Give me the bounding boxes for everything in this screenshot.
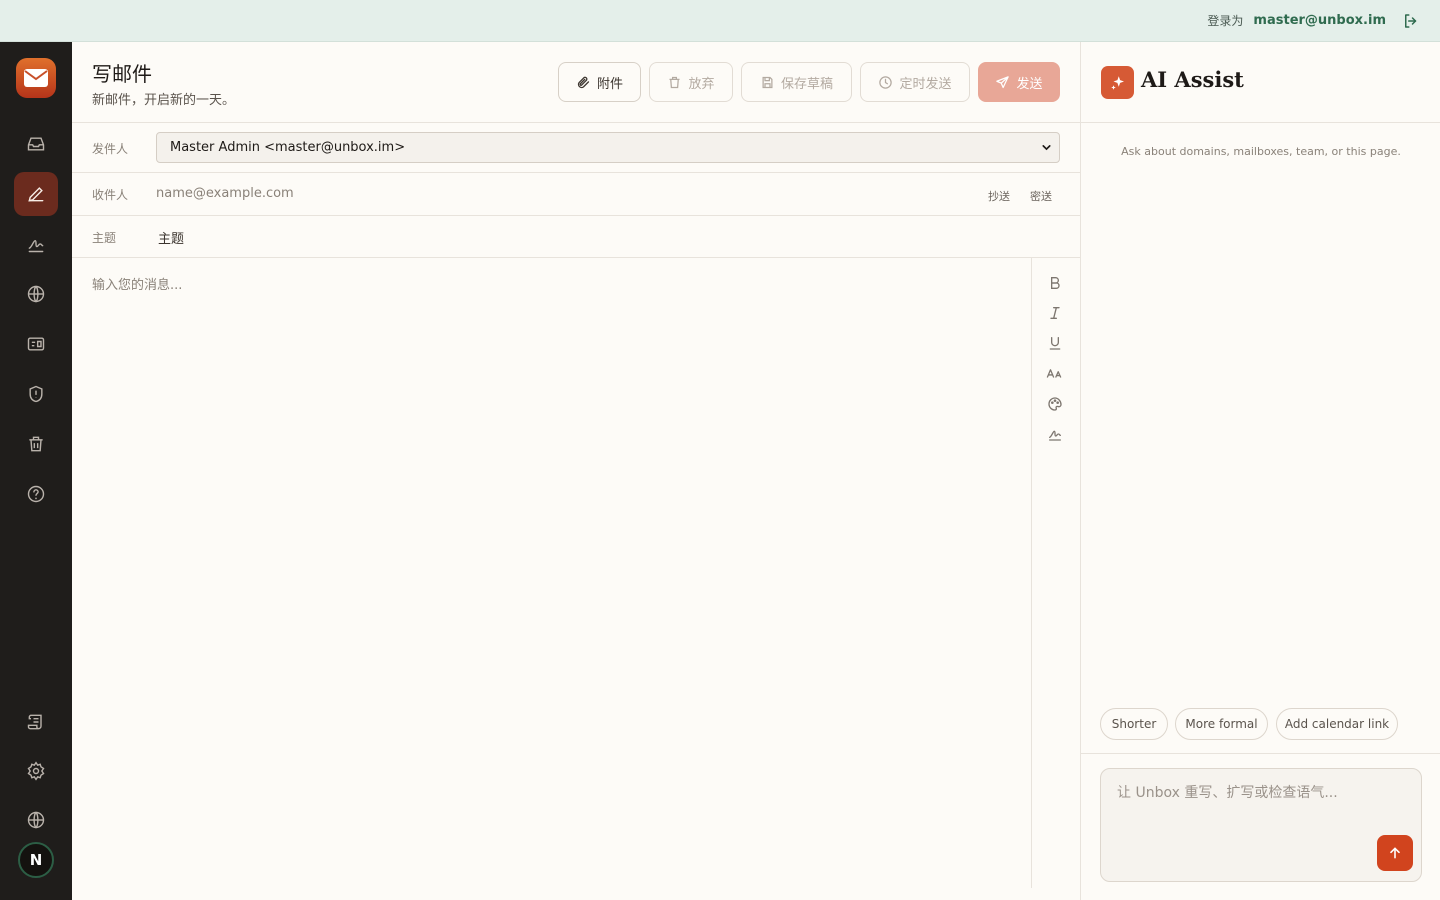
sparkle-icon <box>1101 66 1134 99</box>
ai-prompt-placeholder: 让 Unbox 重写、扩写或检查语气... <box>1117 785 1338 801</box>
discard-button[interactable]: 放弃 <box>649 62 733 102</box>
side-rail: N <box>0 42 72 900</box>
discard-label: 放弃 <box>688 76 715 92</box>
from-select[interactable]: Master Admin <master@unbox.im> <box>156 132 1060 163</box>
clock-icon <box>879 75 893 89</box>
to-row: 收件人 name@example.com 抄送 密送 <box>72 173 1080 216</box>
logout-icon[interactable] <box>1402 12 1420 30</box>
app-logo[interactable] <box>16 58 56 98</box>
attach-button[interactable]: 附件 <box>558 62 641 102</box>
nav-settings[interactable] <box>14 749 58 793</box>
from-label: 发件人 <box>92 142 129 156</box>
mail-logo-icon <box>24 69 48 87</box>
format-toolbar-divider <box>1031 258 1032 888</box>
bcc-button[interactable]: 密送 <box>1030 188 1052 204</box>
nav-help[interactable] <box>14 472 58 516</box>
send-label: 发送 <box>1016 76 1043 92</box>
compose-header: 写邮件 新邮件，开启新的一天。 附件 放弃 保存草稿 定时发送 发送 <box>72 42 1080 123</box>
gear-icon <box>27 761 45 781</box>
message-body-input[interactable]: 输入您的消息... <box>72 258 1032 888</box>
signature-insert-icon[interactable] <box>1044 423 1066 445</box>
save-icon <box>762 76 773 88</box>
underline-icon[interactable] <box>1044 332 1066 354</box>
bold-icon[interactable] <box>1044 272 1066 294</box>
paperclip-icon <box>577 76 590 88</box>
id-card-icon <box>27 337 45 351</box>
globe-icon <box>27 285 45 303</box>
ai-assist-header: AI Assist <box>1081 42 1440 123</box>
trash-icon <box>669 76 680 88</box>
nav-signature[interactable] <box>14 222 58 266</box>
nav-mailboxes[interactable] <box>14 322 58 366</box>
save-draft-label: 保存草稿 <box>780 76 833 92</box>
chip-add-calendar-link[interactable]: Add calendar link <box>1276 708 1398 740</box>
send-icon <box>996 75 1010 88</box>
top-bar: 登录为 master@unbox.im <box>0 0 1440 42</box>
user-avatar[interactable]: N <box>18 842 54 878</box>
chip-shorter[interactable]: Shorter <box>1100 708 1168 740</box>
inbox-icon <box>27 137 45 151</box>
page-subtitle: 新邮件，开启新的一天。 <box>92 93 236 108</box>
font-size-icon[interactable] <box>1044 362 1066 384</box>
chip-more-formal[interactable]: More formal <box>1175 708 1268 740</box>
nav-compose[interactable] <box>14 172 58 216</box>
page-title: 写邮件 <box>92 62 152 86</box>
user-email[interactable]: master@unbox.im <box>1253 13 1386 28</box>
arrow-up-icon <box>1390 847 1400 859</box>
compose-panel: 写邮件 新邮件，开启新的一天。 附件 放弃 保存草稿 定时发送 发送 发件人 M… <box>72 42 1080 900</box>
italic-icon[interactable] <box>1044 302 1066 324</box>
nav-trash[interactable] <box>14 422 58 466</box>
language-globe-icon <box>27 811 45 829</box>
ai-prompt-input[interactable]: 让 Unbox 重写、扩写或检查语气... <box>1100 768 1422 882</box>
subject-label: 主题 <box>92 231 117 245</box>
send-button[interactable]: 发送 <box>978 62 1060 102</box>
to-input[interactable]: name@example.com <box>156 186 936 201</box>
from-row: 发件人 Master Admin <master@unbox.im> <box>72 123 1080 173</box>
nav-inbox[interactable] <box>14 122 58 166</box>
nav-logs[interactable] <box>14 700 58 744</box>
help-icon <box>27 485 45 503</box>
nav-security[interactable] <box>14 372 58 416</box>
scroll-icon <box>27 714 42 730</box>
palette-icon[interactable] <box>1044 393 1066 415</box>
from-value: Master Admin <master@unbox.im> <box>170 140 406 155</box>
ai-assist-title: AI Assist <box>1141 67 1244 92</box>
shield-icon <box>29 385 43 403</box>
subject-row: 主题 主题 <box>72 216 1080 258</box>
ai-assist-panel: AI Assist Ask about domains, mailboxes, … <box>1080 42 1440 900</box>
divider <box>1081 753 1440 754</box>
pencil-icon <box>28 187 44 202</box>
ai-assist-hint: Ask about domains, mailboxes, team, or t… <box>1121 145 1401 158</box>
schedule-send-label: 定时发送 <box>899 76 952 92</box>
to-label: 收件人 <box>92 188 129 202</box>
save-draft-button[interactable]: 保存草稿 <box>741 62 852 102</box>
attach-label: 附件 <box>596 76 623 92</box>
signature-icon <box>28 239 44 253</box>
schedule-send-button[interactable]: 定时发送 <box>860 62 970 102</box>
nav-language[interactable] <box>14 798 58 842</box>
chevron-down-icon <box>1042 145 1051 151</box>
signed-in-label: 登录为 <box>1207 14 1244 28</box>
message-body-placeholder: 输入您的消息... <box>92 278 183 293</box>
ai-send-button[interactable] <box>1377 835 1413 871</box>
cc-button[interactable]: 抄送 <box>988 188 1010 204</box>
trash-icon <box>29 436 43 452</box>
subject-input[interactable]: 主题 <box>158 228 184 247</box>
nav-domains[interactable] <box>14 272 58 316</box>
